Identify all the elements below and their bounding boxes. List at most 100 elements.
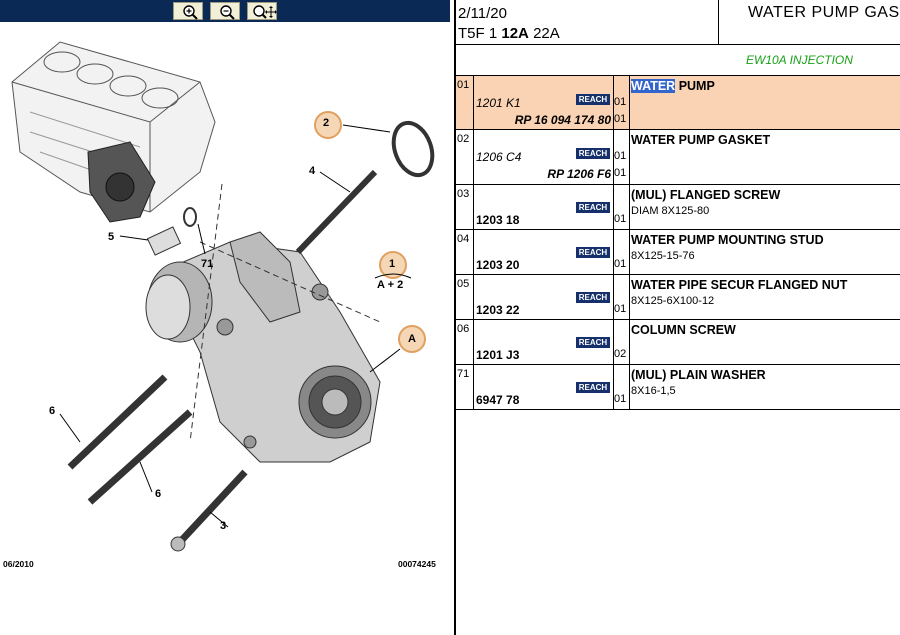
callout-label: A [408,333,416,345]
pan-zoom-button[interactable] [247,2,277,20]
quantity: 01 [614,96,627,108]
page-title: WATER PUMP GAS [748,4,900,21]
part-row[interactable]: 02 1206 C4 REACH RP 1206 F6 01 01 WATER PUMP G… [456,130,900,185]
engine-label: EW10A INJECTION [746,53,853,67]
quantity-cell: 01 [613,365,630,409]
part-number: 06 [457,323,470,335]
part-row[interactable]: 05 1203 22 REACH 01 WATER PIPE SECUR FLANGED… [456,275,900,320]
zoom-out-button[interactable] [210,2,240,20]
quantity-cell: 01 [613,185,630,229]
reference-cell: 1201 J3 REACH [473,320,614,364]
highlighted-text: WATER [631,79,676,93]
reference-cell: 1203 18 REACH [473,185,614,229]
rp-number[interactable]: RP 16 094 174 80 [515,113,611,127]
part-row[interactable]: 04 1203 20 REACH 01 WATER PUMP MOUNTING STUD… [456,230,900,275]
callout-label: 6 [49,405,56,417]
row-number-cell: 71 [456,365,474,409]
reference-cell: 1206 C4 REACH RP 1206 F6 [473,130,614,184]
quantity: 01 [614,303,627,315]
part-reference[interactable]: 1201 K1 [476,96,521,110]
reach-badge[interactable]: REACH [576,202,610,213]
row-number-cell: 06 [456,320,474,364]
part-number: 71 [457,368,470,380]
part-number: 01 [457,79,470,91]
quantity-cell: 01 01 [613,76,630,129]
row-number-cell: 03 [456,185,474,229]
parts-panel: 2/11/20 T5F 1 12A 22A WATER PUMP GAS EW1… [456,0,900,635]
part-description: COLUMN SCREW [631,323,736,337]
row-number-cell: 05 [456,275,474,319]
reference-cell: 6947 78 REACH [473,365,614,409]
quantity: 02 [614,348,627,360]
part-description: WATER PIPE SECUR FLANGED NUT [631,278,848,292]
part-reference[interactable]: 1203 18 [476,213,519,227]
part-row[interactable]: 71 6947 78 REACH 01 (MUL) PLAIN WASHER 8X16-1… [456,365,900,410]
callout-label: A + 2 [377,279,404,291]
part-reference[interactable]: 1203 22 [476,303,519,317]
part-number: 05 [457,278,470,290]
water-pump-drawing [145,231,381,463]
part-reference[interactable]: 1206 C4 [476,150,521,164]
nut-drawing [146,226,182,256]
reach-badge[interactable]: REACH [576,337,610,348]
engine-block-drawing [11,41,216,223]
part-row[interactable]: 03 1203 18 REACH 01 (MUL) FLANGED SCREW DIAM … [456,185,900,230]
zoom-in-button[interactable] [173,2,203,20]
part-spec: 8X125-15-76 [631,250,695,262]
reach-badge[interactable]: REACH [576,148,610,159]
row-number-cell: 04 [456,230,474,274]
part-number: 02 [457,133,470,145]
reach-badge[interactable]: REACH [576,382,610,393]
reach-badge[interactable]: REACH [576,292,610,303]
magnifier-plus-icon [183,5,198,20]
diagram-date: 06/2010 [3,559,34,569]
diagram-toolbar [0,0,450,22]
divider [456,44,900,45]
magnifier-move-icon [253,5,277,19]
column-screw-drawing [67,374,168,470]
quantity-cell: 02 [613,320,630,364]
diagram-number: 00074245 [398,559,436,569]
catalog-code: T5F 1 12A 22A [458,25,560,42]
part-spec: 8X16-1,5 [631,385,676,397]
part-spec: 8X125-6X100-12 [631,295,715,307]
flanged-screw-drawing [177,469,248,545]
quantity: 01 [614,113,627,125]
row-number-cell: 01 [456,76,474,129]
washer-drawing [183,207,197,227]
part-reference[interactable]: 1203 20 [476,258,519,272]
quantity-cell: 01 01 [613,130,630,184]
callout-label: 71 [201,258,214,270]
row-number-cell: 02 [456,130,474,184]
reference-cell: 1203 22 REACH [473,275,614,319]
callout-label: 2 [323,117,330,129]
part-reference[interactable]: 6947 78 [476,393,519,407]
quantity: 01 [614,167,627,179]
callout-label: 1 [389,258,396,270]
part-reference[interactable]: 1201 J3 [476,348,519,362]
part-number: 04 [457,233,470,245]
diagram-panel: 2 4 5 71 1 A + 2 A 6 6 3 06/2010 0007424… [0,0,454,635]
part-description: WATER PUMP [631,79,715,93]
quantity-cell: 01 [613,275,630,319]
column-screw-drawing [87,409,193,505]
rp-number[interactable]: RP 1206 F6 [547,167,611,181]
part-description: (MUL) PLAIN WASHER [631,368,766,382]
callout-label: 3 [220,520,227,532]
part-description: WATER PUMP GASKET [631,133,771,147]
gasket-drawing [391,120,435,178]
part-description: (MUL) FLANGED SCREW [631,188,781,202]
exploded-parts-diagram [11,41,435,552]
stud-drawing [295,169,378,255]
header-info: 2/11/20 T5F 1 12A 22A [456,0,719,44]
part-row[interactable]: 06 1201 J3 REACH 02 COLUMN SCREW [456,320,900,365]
callout-label: 4 [309,165,316,177]
part-row[interactable]: 01 1201 K1 REACH RP 16 094 174 80 01 01 WATER … [456,76,900,130]
reach-badge[interactable]: REACH [576,94,610,105]
quantity-cell: 01 [613,230,630,274]
callout-label: 5 [108,231,115,243]
quantity: 01 [614,213,627,225]
part-spec: DIAM 8X125-80 [631,205,710,217]
reach-badge[interactable]: REACH [576,247,610,258]
magnifier-minus-icon [220,5,235,20]
